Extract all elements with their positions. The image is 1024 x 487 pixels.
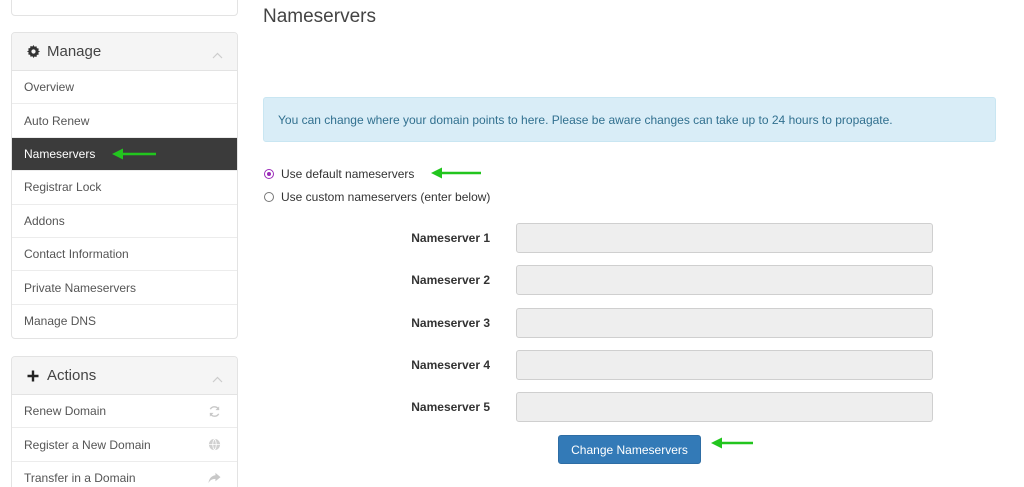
globe-icon — [208, 438, 221, 454]
sidebar-item-label: Renew Domain — [24, 404, 107, 419]
nameserver-label: Nameserver 2 — [411, 273, 490, 287]
sidebar-item-label: Private Nameservers — [24, 280, 137, 295]
sidebar-item-label: Manage DNS — [24, 314, 97, 329]
sidebar-item-addons[interactable]: Addons — [12, 205, 237, 238]
manage-panel: Manage Overview Auto Renew Nameservers R… — [11, 32, 238, 340]
gear-icon — [26, 45, 40, 59]
nameserver-2-input[interactable] — [516, 265, 933, 295]
manage-panel-title: Manage — [47, 43, 102, 60]
sidebar-item-label: Addons — [24, 213, 65, 228]
sidebar-item-label: Contact Information — [24, 247, 129, 262]
nameserver-5-input[interactable] — [516, 392, 933, 422]
sidebar-item-label: Overview — [24, 80, 75, 95]
actions-panel: Actions Renew Domain Register a New Doma… — [11, 356, 238, 487]
nameserver-row-2: Nameserver 2 — [263, 265, 933, 295]
sidebar-item-manage-dns[interactable]: Manage DNS — [12, 305, 237, 338]
sidebar-item-overview[interactable]: Overview — [12, 71, 237, 105]
sidebar-item-auto-renew[interactable]: Auto Renew — [12, 104, 237, 138]
nameserver-row-1: Nameserver 1 — [263, 223, 933, 253]
sidebar-item-register-domain[interactable]: Register a New Domain — [12, 428, 237, 462]
actions-panel-title: Actions — [47, 367, 97, 384]
sidebar-item-transfer-domain[interactable]: Transfer in a Domain — [12, 462, 237, 487]
default-nameservers-option[interactable]: Use default nameservers — [264, 167, 414, 181]
nameserver-row-5: Nameserver 5 — [263, 392, 933, 422]
sidebar-item-label: Registrar Lock — [24, 180, 102, 195]
option-label: Use custom nameservers (enter below) — [281, 190, 491, 204]
manage-panel-heading[interactable]: Manage — [12, 33, 237, 71]
annotation-arrow-icon — [711, 437, 753, 449]
chevron-up-icon[interactable] — [212, 46, 223, 64]
share-arrow-icon — [208, 472, 221, 487]
nameserver-label: Nameserver 5 — [411, 400, 490, 414]
annotation-arrow-icon — [431, 167, 481, 179]
nameserver-label: Nameserver 3 — [411, 316, 490, 330]
sidebar-item-contact-information[interactable]: Contact Information — [12, 238, 237, 272]
sidebar-item-label: Register a New Domain — [24, 437, 151, 452]
nameserver-1-input[interactable] — [516, 223, 933, 253]
info-alert-text: You can change where your domain points … — [278, 112, 893, 127]
sidebar-item-label: Nameservers — [24, 146, 96, 161]
sidebar-top-card — [11, 0, 238, 16]
change-nameservers-button[interactable]: Change Nameservers — [558, 435, 701, 464]
page-title: Nameservers — [263, 6, 376, 27]
sidebar-item-renew-domain[interactable]: Renew Domain — [12, 395, 237, 429]
nameserver-3-input[interactable] — [516, 308, 933, 338]
info-alert: You can change where your domain points … — [263, 97, 996, 142]
plus-icon — [26, 369, 40, 383]
sidebar-item-private-nameservers[interactable]: Private Nameservers — [12, 271, 237, 305]
chevron-up-icon[interactable] — [212, 370, 223, 388]
actions-panel-heading[interactable]: Actions — [12, 357, 237, 395]
sidebar-item-label: Auto Renew — [24, 113, 90, 128]
nameserver-row-3: Nameserver 3 — [263, 308, 933, 338]
default-nameservers-radio[interactable] — [264, 169, 274, 179]
sidebar-item-registrar-lock[interactable]: Registrar Lock — [12, 171, 237, 205]
nameserver-label: Nameserver 1 — [411, 231, 490, 245]
refresh-icon — [208, 405, 221, 421]
custom-nameservers-radio[interactable] — [264, 192, 274, 202]
annotation-arrow-icon — [112, 148, 156, 160]
nameserver-row-4: Nameserver 4 — [263, 350, 933, 380]
nameserver-4-input[interactable] — [516, 350, 933, 380]
option-label: Use default nameservers — [281, 167, 415, 181]
nameserver-label: Nameserver 4 — [411, 358, 490, 372]
sidebar-item-label: Transfer in a Domain — [24, 471, 136, 486]
custom-nameservers-option[interactable]: Use custom nameservers (enter below) — [264, 190, 490, 204]
